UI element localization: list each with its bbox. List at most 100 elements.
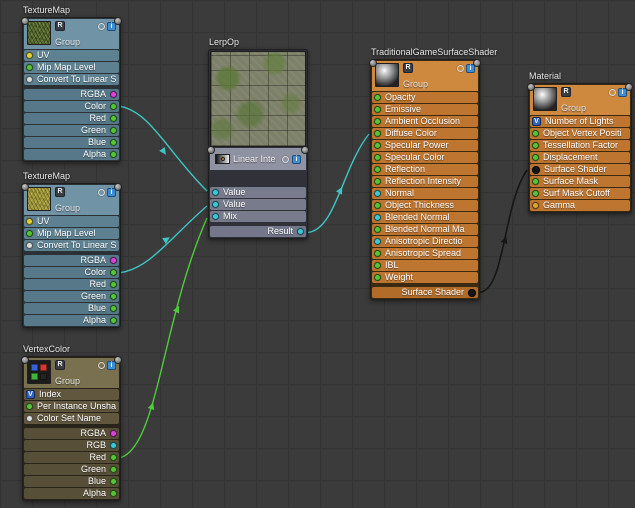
port-dot-anisotropic-directio[interactable] — [374, 238, 381, 245]
port-dot-color[interactable] — [110, 269, 117, 276]
port-dot-rgba[interactable] — [110, 91, 117, 98]
port-dot-per-instance-unsha[interactable] — [26, 403, 33, 410]
port-dot-red[interactable] — [110, 454, 117, 461]
node-texturemap-1[interactable]: TextureMap Ri Group UV Mip Map Level Convert … — [21, 6, 122, 162]
port-dot-blue[interactable] — [110, 305, 117, 312]
port-dot-blue[interactable] — [110, 478, 117, 485]
port-dot-rgba[interactable] — [110, 430, 117, 437]
port-dot-specular-color[interactable] — [374, 154, 381, 161]
port-dot-tessellation-factor[interactable] — [532, 142, 539, 149]
port-dot-green[interactable] — [110, 127, 117, 134]
port-dot-mip-map-level[interactable] — [26, 64, 33, 71]
port-dot-weight[interactable] — [374, 274, 381, 281]
connector-knob-right[interactable] — [114, 183, 122, 191]
port-dot-alpha[interactable] — [110, 490, 117, 497]
connector-knob-left[interactable] — [21, 17, 29, 25]
port-dot-value[interactable] — [212, 189, 219, 196]
port-dot-surface-mask[interactable] — [532, 178, 539, 185]
node-material[interactable]: Material Ri Group V Number of Lights Object V… — [527, 72, 633, 213]
port-row-green: Green — [24, 464, 119, 475]
port-dot-gamma[interactable] — [532, 202, 539, 209]
node-graph-canvas[interactable]: TextureMap Ri Group UV Mip Map Level Convert … — [0, 0, 635, 508]
value-badge-icon[interactable]: V — [532, 117, 541, 126]
connector-knob-left[interactable] — [369, 59, 377, 67]
port-dot-object-vertex-positi[interactable] — [532, 130, 539, 137]
port-row-mip-map-level: Mip Map Level — [24, 228, 119, 239]
connector-knob-left[interactable] — [21, 183, 29, 191]
node-traditionalgamesurfaceshader[interactable]: TraditionalGameSurfaceShader Ri Group Opaci… — [369, 48, 497, 300]
port-dot-reflection[interactable] — [374, 166, 381, 173]
circle-toggle-icon[interactable] — [282, 155, 289, 163]
port-dot-alpha[interactable] — [110, 317, 117, 324]
wire-surface-shader-to-material[interactable] — [479, 169, 528, 294]
connector-knob-right[interactable] — [114, 356, 122, 364]
port-dot-emissive[interactable] — [374, 106, 381, 113]
port-label: UV — [37, 50, 50, 60]
value-badge-icon[interactable]: V — [26, 390, 35, 399]
port-dot-reflection-intensity[interactable] — [374, 178, 381, 185]
port-dot-ibl[interactable] — [374, 262, 381, 269]
port-dot-surface-shader[interactable] — [468, 288, 476, 297]
port-dot-convert-to-linear-s[interactable] — [26, 76, 33, 83]
connector-knob-right[interactable] — [625, 83, 633, 91]
port-dot-ambient-occlusion[interactable] — [374, 118, 381, 125]
render-badge[interactable]: R — [561, 87, 571, 97]
node-vertexcolor[interactable]: VertexColor Ri Group V Index Per Instance Uns… — [21, 345, 122, 501]
port-dot-green[interactable] — [110, 293, 117, 300]
wire-texturemap2-color-to-lerpop-value2[interactable] — [120, 205, 208, 274]
port-dot-surf-mask-cutoff[interactable] — [532, 190, 539, 197]
circle-toggle-icon[interactable] — [98, 22, 105, 30]
render-badge[interactable]: R — [55, 187, 65, 197]
circle-toggle-icon[interactable] — [98, 188, 105, 196]
enum-value[interactable]: Linear Inter — [233, 154, 276, 164]
port-dot-blue[interactable] — [110, 139, 117, 146]
port-dot-uv[interactable] — [26, 52, 33, 59]
wire-arrow — [147, 402, 155, 411]
port-dot-color[interactable] — [110, 103, 117, 110]
port-dot-result[interactable] — [297, 228, 304, 235]
render-badge[interactable]: R — [55, 360, 65, 370]
circle-toggle-icon[interactable] — [457, 64, 464, 72]
wire-texturemap1-color-to-lerpop-value1[interactable] — [120, 105, 208, 192]
connector-knob-right[interactable] — [114, 17, 122, 25]
circle-toggle-icon[interactable] — [609, 88, 616, 96]
circle-toggle-icon[interactable] — [98, 361, 105, 369]
port-dot-specular-power[interactable] — [374, 142, 381, 149]
port-dot-uv[interactable] — [26, 218, 33, 225]
port-dot-blended-normal-ma[interactable] — [374, 226, 381, 233]
port-dot-normal[interactable] — [374, 190, 381, 197]
color-swatch — [40, 373, 47, 380]
port-dot-value[interactable] — [212, 201, 219, 208]
port-dot-red[interactable] — [110, 281, 117, 288]
node-texturemap-2[interactable]: TextureMap Ri Group UV Mip Map Level Convert … — [21, 172, 122, 328]
port-dot-blended-normal[interactable] — [374, 214, 381, 221]
port-dot-mip-map-level[interactable] — [26, 230, 33, 237]
port-dot-displacement[interactable] — [532, 154, 539, 161]
render-badge[interactable]: R — [403, 63, 413, 73]
port-dot-anisotropic-spread[interactable] — [374, 250, 381, 257]
port-dot-alpha[interactable] — [110, 151, 117, 158]
port-dot-mix[interactable] — [212, 213, 219, 220]
connector-knob-right[interactable] — [473, 59, 481, 67]
port-row-value: Value — [210, 187, 306, 198]
port-dot-diffuse-color[interactable] — [374, 130, 381, 137]
wire-vertexcolor-red-to-lerpop-mix[interactable] — [120, 217, 208, 459]
connector-knob-left[interactable] — [21, 356, 29, 364]
info-icon[interactable]: i — [292, 154, 301, 164]
connector-knob-right[interactable] — [301, 146, 309, 154]
port-dot-green[interactable] — [110, 466, 117, 473]
render-badge[interactable]: R — [55, 21, 65, 31]
connector-knob-left[interactable] — [207, 146, 215, 154]
port-dot-red[interactable] — [110, 115, 117, 122]
port-dot-surface-shader[interactable] — [532, 165, 540, 174]
port-dot-rgb[interactable] — [110, 442, 117, 449]
port-dot-object-thickness[interactable] — [374, 202, 381, 209]
wire-lerpop-result-to-diffuse-color[interactable] — [307, 133, 370, 234]
port-dot-color-set-name[interactable] — [26, 415, 33, 422]
port-dot-convert-to-linear-s[interactable] — [26, 242, 33, 249]
lerp-preview-image — [210, 51, 306, 147]
port-dot-opacity[interactable] — [374, 94, 381, 101]
connector-knob-left[interactable] — [527, 83, 535, 91]
node-lerpop[interactable]: LerpOp Linear Inter i Value Value Mix Result — [207, 38, 309, 239]
port-dot-rgba[interactable] — [110, 257, 117, 264]
